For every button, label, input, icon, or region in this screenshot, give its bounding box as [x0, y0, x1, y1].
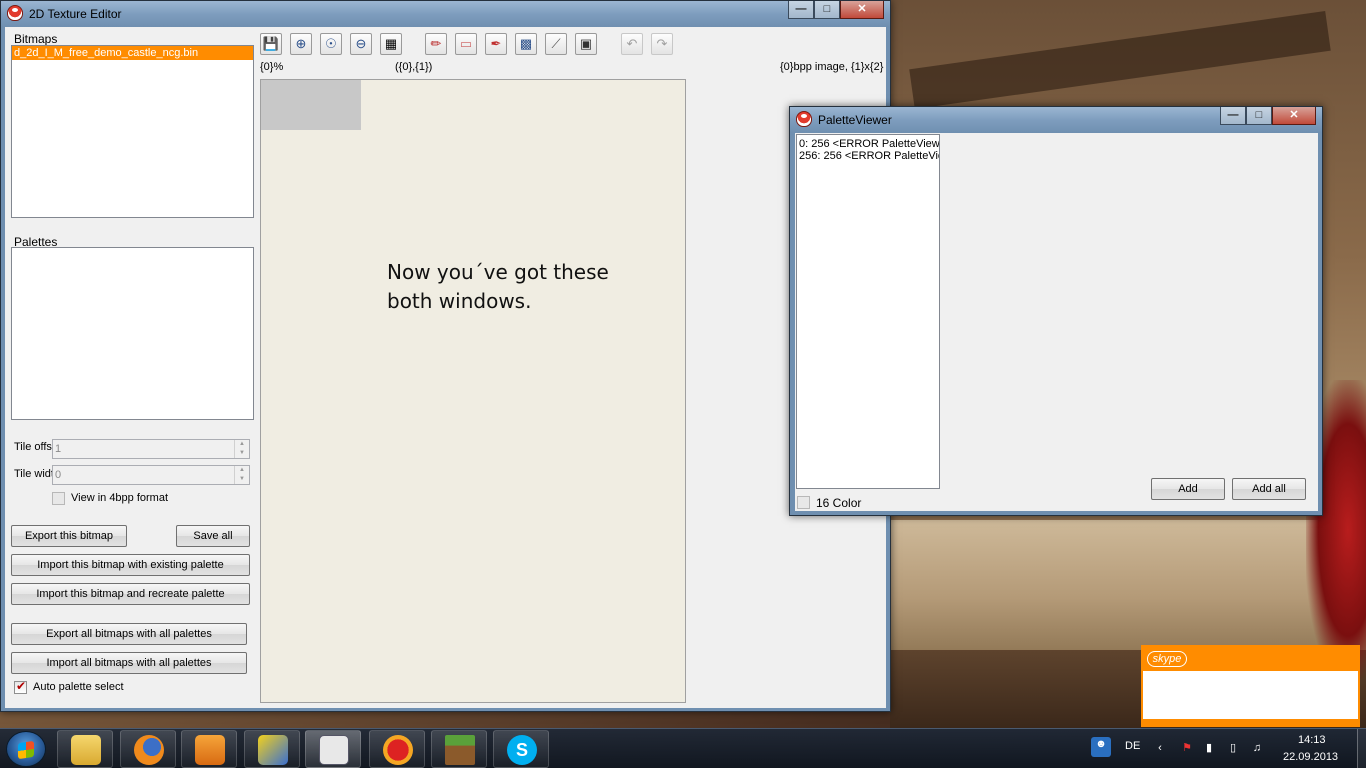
color16-label: 16 Color [816, 496, 862, 510]
language-indicator[interactable]: DE [1125, 740, 1140, 752]
taskbar-texture-editor[interactable] [305, 730, 361, 768]
tile-offset-field[interactable]: 1 ▲ ▼ [52, 439, 250, 459]
auto-palette-label: Auto palette select [33, 681, 124, 693]
coords-status: ({0},{1}) [395, 61, 433, 73]
taskbar-explorer[interactable] [57, 730, 113, 768]
import-recreate-palette-button[interactable]: Import this bitmap and recreate palette [11, 583, 250, 605]
bitmap-list-item[interactable]: d_2d_I_M_free_demo_castle_ncg.bin [12, 46, 253, 60]
zoom-status: {0}% [260, 61, 284, 73]
view-4bpp-checkbox[interactable] [52, 492, 65, 505]
palette-entry[interactable]: 0: 256 <ERROR PaletteViewer [797, 135, 939, 149]
palette-viewer-window: PaletteViewer — □ ✕ 0: 256 <ERROR Palett… [789, 106, 1323, 516]
palette-window-title: PaletteViewer [818, 113, 892, 127]
tile-width-label: Tile widt [14, 468, 54, 480]
tile-preview [261, 80, 361, 130]
skype-header: skype [1143, 647, 1358, 671]
bitmap-canvas[interactable]: Now you´ve got these both windows. [260, 79, 686, 703]
show-desktop-button[interactable] [1357, 729, 1366, 768]
skype-logo: skype [1147, 651, 1187, 667]
tray-flag-icon[interactable]: ⚑ [1180, 741, 1194, 755]
eraser-icon[interactable]: ▭ [455, 33, 477, 55]
add-all-button[interactable]: Add all [1232, 478, 1306, 500]
maximize-button[interactable]: □ [814, 1, 840, 19]
zoom-reset-icon[interactable]: ☉ [320, 33, 342, 55]
app-window-icon [319, 735, 349, 765]
tutorial-note: Now you´ve got these both windows. [387, 260, 609, 313]
palette-minimize-button[interactable]: — [1220, 107, 1246, 125]
fill-bucket-icon[interactable]: ▩ [515, 33, 537, 55]
taskbar: S ☻ DE ‹ ⚑ ▮ ▯ ♫ 14:13 22.09.2013 [0, 728, 1366, 768]
image-info-status: {0}bpp image, {1}x{2} [780, 61, 884, 73]
media-player-icon [195, 735, 225, 765]
taskbar-tool[interactable] [244, 730, 300, 768]
taskbar-minecraft[interactable] [431, 730, 487, 768]
bitmaps-list[interactable]: d_2d_I_M_free_demo_castle_ncg.bin [11, 45, 254, 218]
tile-width-field[interactable]: 0 ▲ ▼ [52, 465, 250, 485]
auto-palette-checkbox[interactable] [14, 679, 27, 694]
ccleaner-icon [383, 735, 413, 765]
line-icon[interactable]: ⟋ [545, 33, 567, 55]
tile-offset-value: 1 [55, 443, 62, 455]
import-all-button[interactable]: Import all bitmaps with all palettes [11, 652, 247, 674]
tools-icon [258, 735, 288, 765]
texture-editor-window: 2D Texture Editor — □ ✕ Bitmaps d_2d_I_M… [0, 0, 891, 712]
folder-icon [71, 735, 101, 765]
taskbar-firefox[interactable] [120, 730, 176, 768]
zoom-out-icon[interactable]: ⊖ [350, 33, 372, 55]
taskbar-skype[interactable]: S [493, 730, 549, 768]
pencil-icon[interactable]: ✏ [425, 33, 447, 55]
tile-width-spinner[interactable]: ▲ ▼ [234, 466, 249, 484]
grid-icon[interactable]: ▦ [380, 33, 402, 55]
mushroom-app-icon [796, 111, 812, 127]
taskbar-media-player[interactable] [181, 730, 237, 768]
mushroom-app-icon [7, 5, 23, 21]
redo-icon[interactable]: ↷ [651, 33, 673, 55]
tray-expand-icon[interactable]: ‹ [1153, 741, 1167, 755]
tray-volume-icon[interactable]: ♫ [1250, 741, 1264, 755]
save-all-button[interactable]: Save all [176, 525, 250, 547]
clock-date[interactable]: 22.09.2013 [1283, 751, 1338, 763]
main-titlebar[interactable]: 2D Texture Editor — □ ✕ [1, 1, 890, 27]
tray-accessibility-icon[interactable]: ☻ [1091, 737, 1111, 757]
import-existing-palette-button[interactable]: Import this bitmap with existing palette [11, 554, 250, 576]
skype-footer-bar [1143, 719, 1358, 725]
tray-battery-icon[interactable]: ▯ [1226, 741, 1240, 755]
minecraft-icon [445, 735, 475, 765]
bitmaps-label: Bitmaps [14, 32, 58, 46]
palette-titlebar[interactable]: PaletteViewer — □ ✕ [790, 107, 1322, 133]
view-4bpp-label: View in 4bpp format [71, 492, 169, 504]
firefox-icon [134, 735, 164, 765]
palette-close-button[interactable]: ✕ [1272, 107, 1316, 125]
palette-entry[interactable]: 256: 256 <ERROR PaletteViewer [797, 149, 939, 163]
tile-offset-spinner[interactable]: ▲ ▼ [234, 440, 249, 458]
main-client-area: Bitmaps d_2d_I_M_free_demo_castle_ncg.bi… [5, 27, 886, 708]
skype-notification[interactable]: skype [1141, 645, 1360, 727]
tile-width-value: 0 [55, 469, 62, 481]
export-all-button[interactable]: Export all bitmaps with all palettes [11, 623, 247, 645]
palette-maximize-button[interactable]: □ [1246, 107, 1272, 125]
undo-icon[interactable]: ↶ [621, 33, 643, 55]
eyedropper-icon[interactable]: ✒ [485, 33, 507, 55]
main-window-title: 2D Texture Editor [29, 7, 122, 21]
save-icon[interactable]: 💾 [260, 33, 282, 55]
add-button[interactable]: Add [1151, 478, 1225, 500]
start-button[interactable] [6, 731, 46, 767]
zoom-in-icon[interactable]: ⊕ [290, 33, 312, 55]
color16-checkbox[interactable] [797, 496, 810, 509]
clock-time[interactable]: 14:13 [1298, 734, 1326, 746]
rectangle-icon[interactable]: ▣ [575, 33, 597, 55]
windows-logo-icon [18, 740, 34, 760]
palette-client-area: 0: 256 <ERROR PaletteViewer 256: 256 <ER… [795, 133, 1318, 511]
palettes-list[interactable] [11, 247, 254, 420]
export-bitmap-button[interactable]: Export this bitmap [11, 525, 127, 547]
wallpaper-table [890, 520, 1366, 650]
close-button[interactable]: ✕ [840, 1, 884, 19]
taskbar-ccleaner[interactable] [369, 730, 425, 768]
palette-entries-list[interactable]: 0: 256 <ERROR PaletteViewer 256: 256 <ER… [796, 134, 940, 489]
minimize-button[interactable]: — [788, 1, 814, 19]
skype-icon: S [507, 735, 537, 765]
tray-network-icon[interactable]: ▮ [1202, 741, 1216, 755]
